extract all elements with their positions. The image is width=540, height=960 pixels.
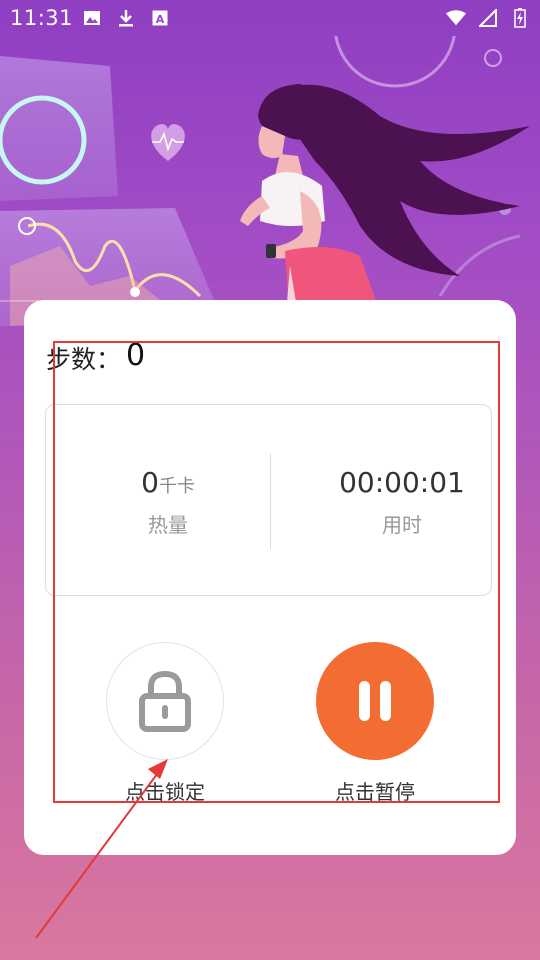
pause-icon <box>359 681 391 721</box>
lock-button[interactable] <box>106 642 224 760</box>
status-time: 11:31 <box>10 6 74 30</box>
calories-stat: 0千卡 热量 <box>68 465 268 538</box>
wifi-icon <box>446 8 466 28</box>
duration-stat: 00:00:01 用时 <box>302 465 502 538</box>
image-icon <box>82 8 102 28</box>
calories-value: 0 <box>141 466 159 499</box>
duration-value: 00:00:01 <box>339 466 465 499</box>
workout-card: 步数： 0 0千卡 热量 00:00:01 用时 点击锁定 点击暂停 <box>24 300 516 855</box>
lock-control: 点击锁定 <box>85 642 245 805</box>
pause-button-label: 点击暂停 <box>335 780 415 804</box>
calories-label: 热量 <box>148 513 188 537</box>
steps-value: 0 <box>126 338 146 373</box>
stats-divider <box>270 453 271 549</box>
running-illustration <box>0 36 540 326</box>
download-icon <box>116 8 136 28</box>
calories-unit: 千卡 <box>158 476 195 497</box>
duration-label: 用时 <box>382 513 422 537</box>
battery-icon <box>510 8 530 28</box>
lock-button-label: 点击锁定 <box>125 780 205 804</box>
svg-text:A: A <box>156 13 165 26</box>
pause-control: 点击暂停 <box>295 642 455 805</box>
font-icon: A <box>150 8 170 28</box>
lock-icon <box>139 670 191 732</box>
pause-button[interactable] <box>316 642 434 760</box>
stats-panel: 0千卡 热量 00:00:01 用时 <box>45 404 492 596</box>
signal-icon <box>478 8 498 28</box>
status-bar: 11:31 A <box>0 0 540 36</box>
steps-label: 步数： <box>46 345 122 374</box>
